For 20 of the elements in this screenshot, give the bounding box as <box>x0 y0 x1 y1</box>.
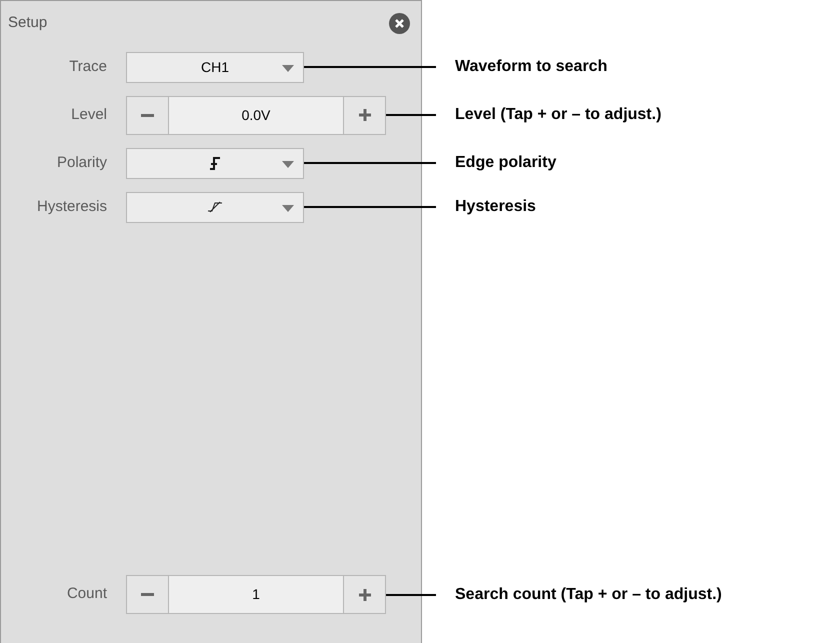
leader-line <box>386 114 436 116</box>
field-label: Count <box>66 584 108 604</box>
callout-text: Waveform to search <box>455 57 608 77</box>
dropdown[interactable]: CH1 <box>126 52 304 82</box>
caret-icon <box>282 64 294 72</box>
callout-text: Level (Tap + or – to adjust.) <box>455 105 662 125</box>
leader-line <box>386 594 436 596</box>
callout-text: Search count (Tap + or – to adjust.) <box>455 584 722 604</box>
field-label: Hysteresis <box>36 196 108 217</box>
hysteresis-icon <box>208 201 222 213</box>
caret-icon <box>282 204 294 212</box>
caret-icon <box>282 160 294 168</box>
field-label: Level <box>70 104 108 125</box>
panel-title: Setup <box>8 13 48 33</box>
close-icon <box>395 18 404 28</box>
field-label: Trace <box>68 56 108 77</box>
field-label: Polarity <box>56 152 108 173</box>
callout-text: Hysteresis <box>455 197 536 217</box>
rising-edge-icon <box>210 156 220 170</box>
callout-text: Edge polarity <box>455 153 556 173</box>
